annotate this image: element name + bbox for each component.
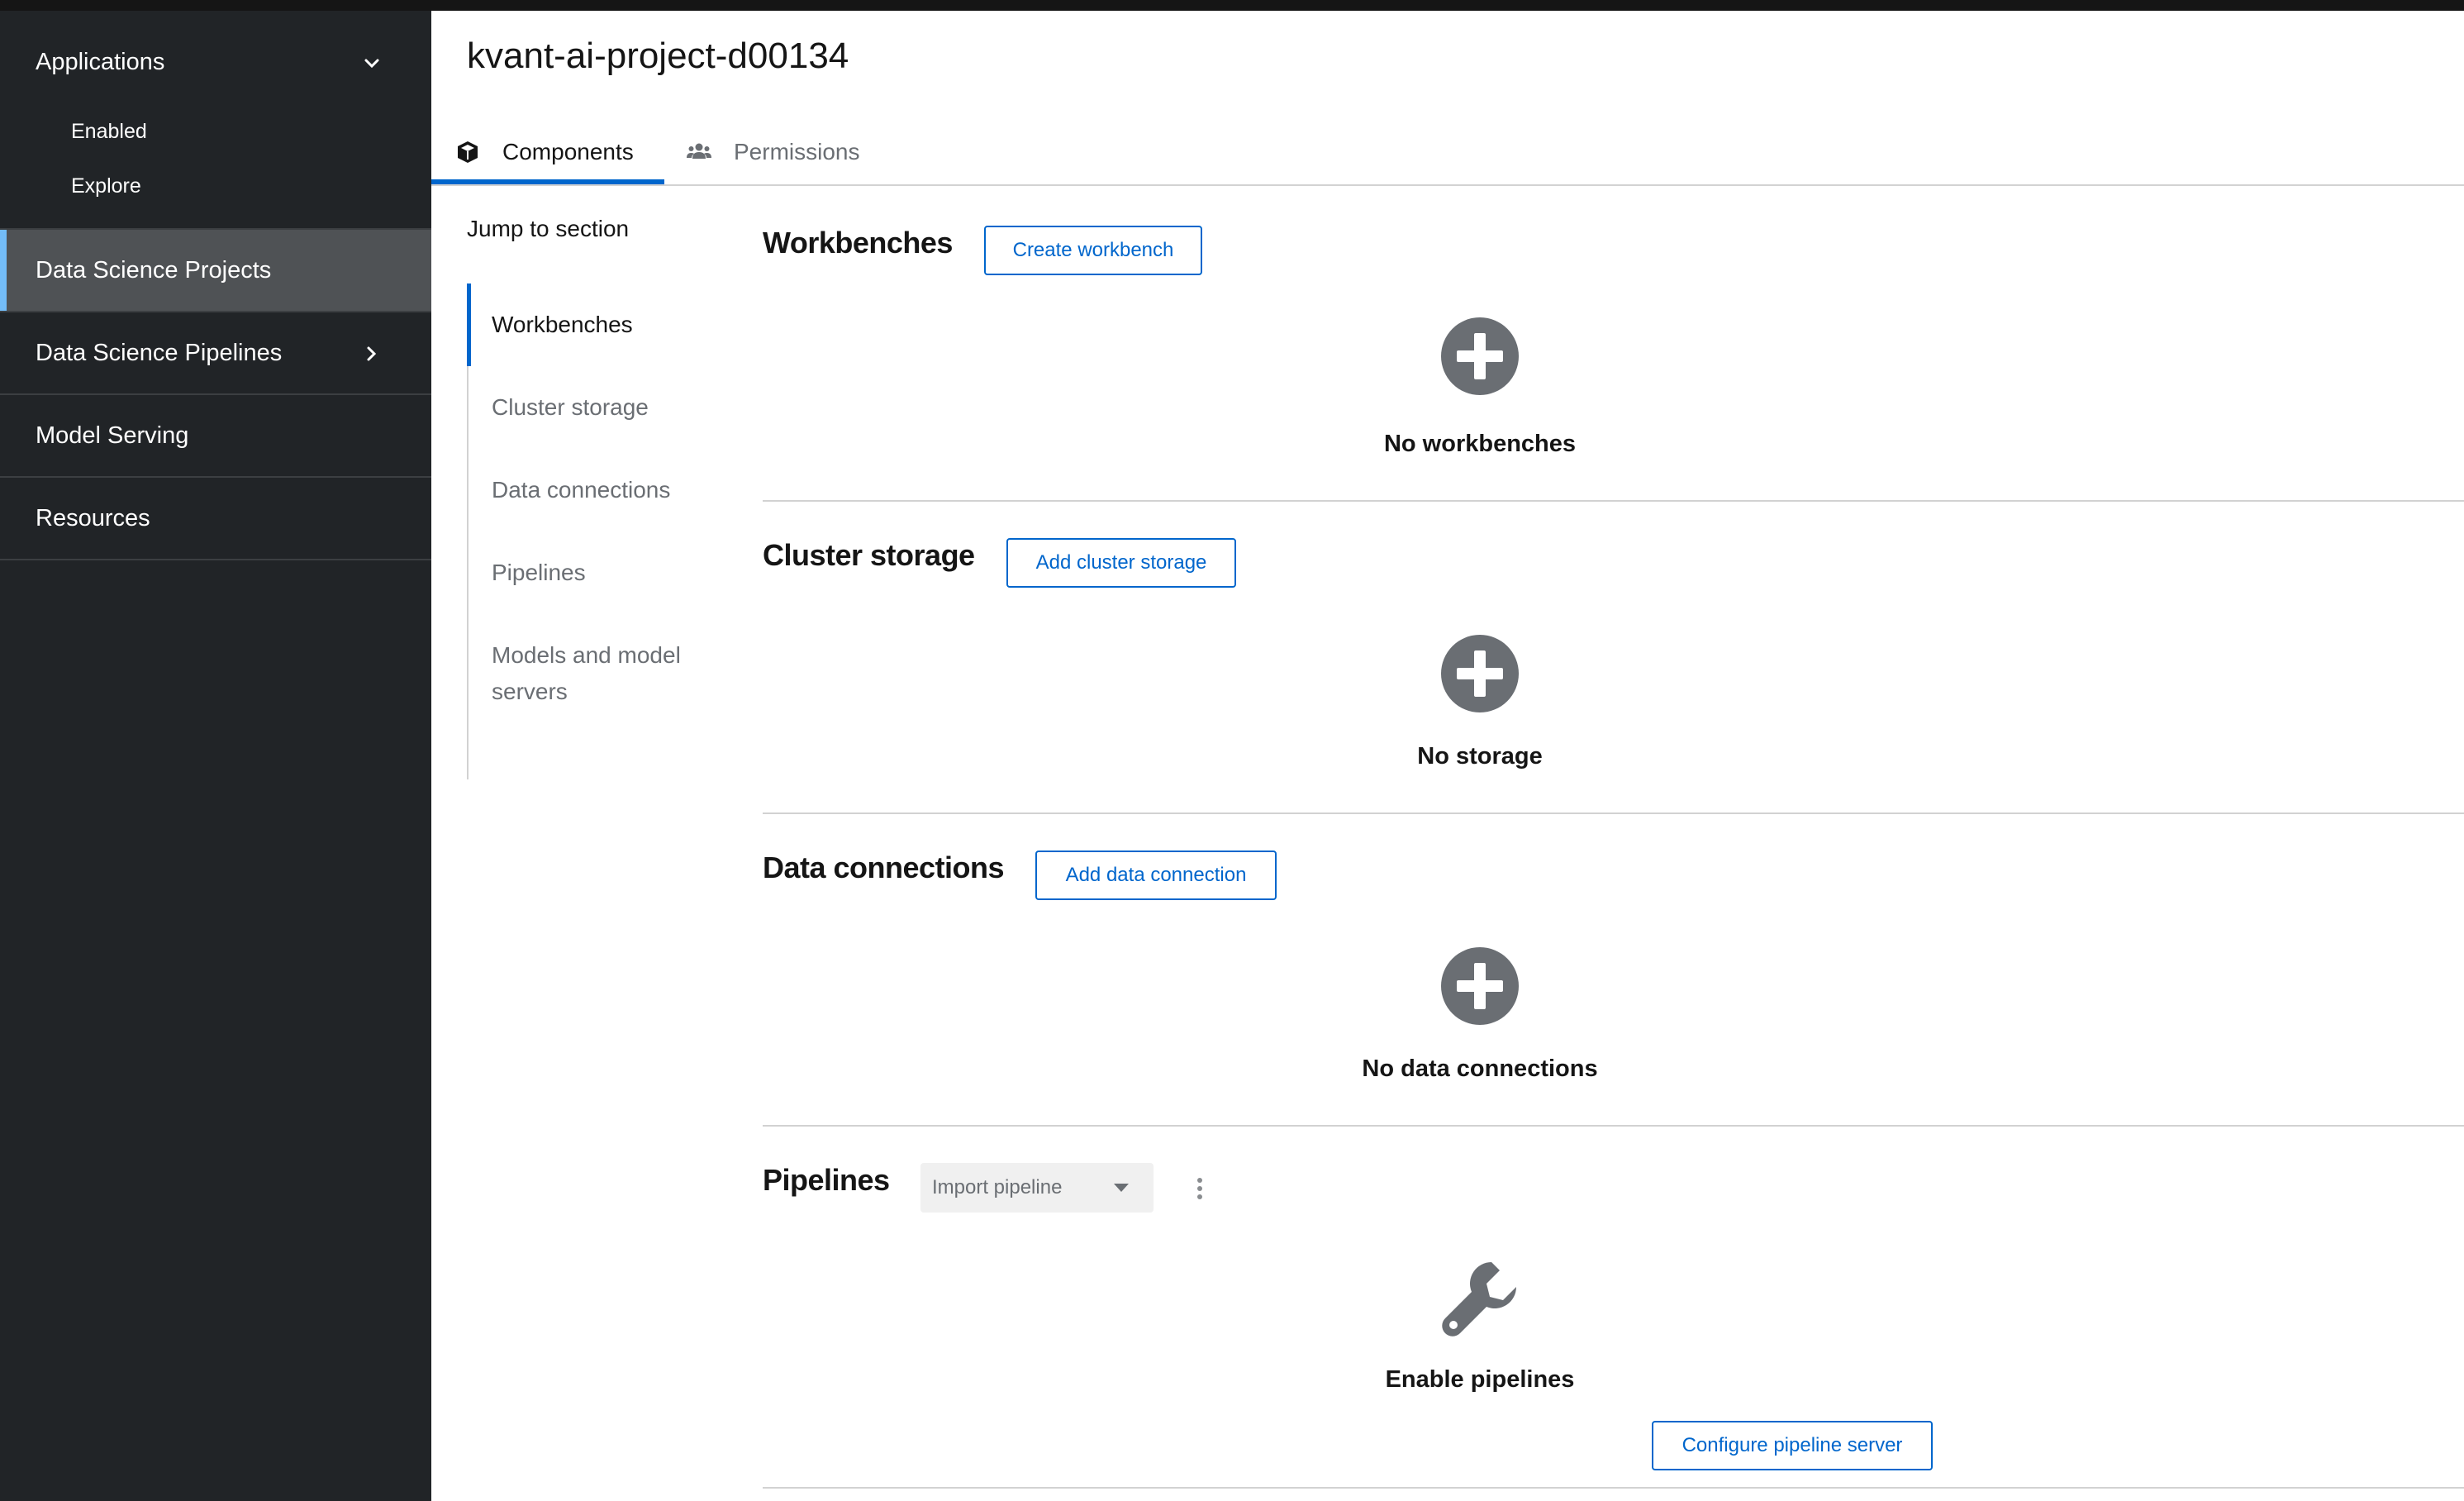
empty-state-label: No storage — [1417, 743, 1543, 770]
cube-icon — [458, 141, 478, 163]
sidebar: Applications Enabled Explore Data Scienc… — [0, 11, 431, 1501]
jump-link-pipelines[interactable]: Pipelines — [492, 555, 706, 591]
add-data-connection-button[interactable]: Add data connection — [1035, 851, 1277, 900]
create-workbench-button[interactable]: Create workbench — [984, 226, 1202, 275]
plus-circle-icon — [1441, 317, 1519, 395]
section-pipelines: Pipelines Import pipeline Enable pipelin… — [763, 1127, 2464, 1489]
page-title: kvant-ai-project-d00134 — [467, 36, 849, 76]
plus-circle-icon — [1441, 947, 1519, 1025]
sidebar-item-explore[interactable]: Explore — [71, 174, 141, 198]
section-title: Pipelines — [763, 1163, 890, 1197]
sidebar-item-enabled[interactable]: Enabled — [71, 120, 147, 144]
active-tab-indicator — [431, 179, 664, 184]
tab-permissions[interactable]: Permissions — [686, 118, 859, 186]
tab-label: Components — [502, 139, 634, 164]
sidebar-item-label: Data Science Pipelines — [36, 339, 283, 366]
chevron-right-icon — [367, 346, 377, 361]
tab-bar: Components Permissions — [431, 118, 2464, 186]
jump-to-section-title: Jump to section — [467, 216, 630, 241]
sidebar-item-resources[interactable]: Resources — [0, 478, 431, 560]
sidebar-item-label: Data Science Projects — [36, 256, 272, 284]
add-cluster-storage-button[interactable]: Add cluster storage — [1006, 538, 1236, 588]
sidebar-item-label: Model Serving — [36, 422, 189, 449]
kebab-menu-icon[interactable] — [1196, 1176, 1204, 1201]
jump-to-section-list: Workbenches Cluster storage Data connect… — [467, 284, 715, 779]
section-workbenches: Workbenches Create workbench No workbenc… — [763, 201, 2464, 502]
jump-link-models-and-model-servers[interactable]: Models and model servers — [492, 637, 706, 710]
section-data-connections: Data connections Add data connection No … — [763, 814, 2464, 1127]
jump-link-data-connections[interactable]: Data connections — [492, 472, 706, 508]
jump-active-indicator — [467, 284, 471, 366]
chevron-down-icon[interactable] — [360, 52, 383, 75]
import-pipeline-dropdown[interactable]: Import pipeline — [920, 1163, 1154, 1213]
jump-link-cluster-storage[interactable]: Cluster storage — [492, 389, 706, 426]
empty-state-label: No data connections — [1362, 1055, 1598, 1082]
jump-link-workbenches[interactable]: Workbenches — [492, 307, 706, 343]
section-cluster-storage: Cluster storage Add cluster storage No s… — [763, 502, 2464, 814]
configure-pipeline-server-button[interactable]: Configure pipeline server — [1652, 1421, 1933, 1470]
tab-label: Permissions — [734, 139, 860, 164]
tab-components[interactable]: Components — [454, 118, 634, 186]
dropdown-label: Import pipeline — [932, 1176, 1063, 1198]
empty-state-label: Enable pipelines — [1385, 1366, 1575, 1393]
sidebar-item-label: Resources — [36, 504, 150, 531]
wrench-icon — [1442, 1262, 1516, 1337]
users-icon — [687, 143, 711, 159]
sidebar-item-data-science-projects[interactable]: Data Science Projects — [0, 230, 431, 312]
section-title: Workbenches — [763, 226, 953, 260]
caret-down-icon — [1114, 1184, 1129, 1192]
sidebar-group-applications: Applications Enabled Explore — [0, 11, 431, 230]
sidebar-item-data-science-pipelines[interactable]: Data Science Pipelines — [0, 312, 431, 395]
top-bar — [0, 0, 2464, 11]
empty-state-label: No workbenches — [1383, 431, 1577, 457]
section-title: Cluster storage — [763, 538, 975, 572]
plus-circle-icon — [1441, 635, 1519, 712]
section-title: Data connections — [763, 851, 1005, 884]
sidebar-item-model-serving[interactable]: Model Serving — [0, 395, 431, 478]
main-content: kvant-ai-project-d00134 Components Permi… — [431, 11, 2464, 1501]
sidebar-item-applications[interactable]: Applications — [36, 49, 164, 76]
